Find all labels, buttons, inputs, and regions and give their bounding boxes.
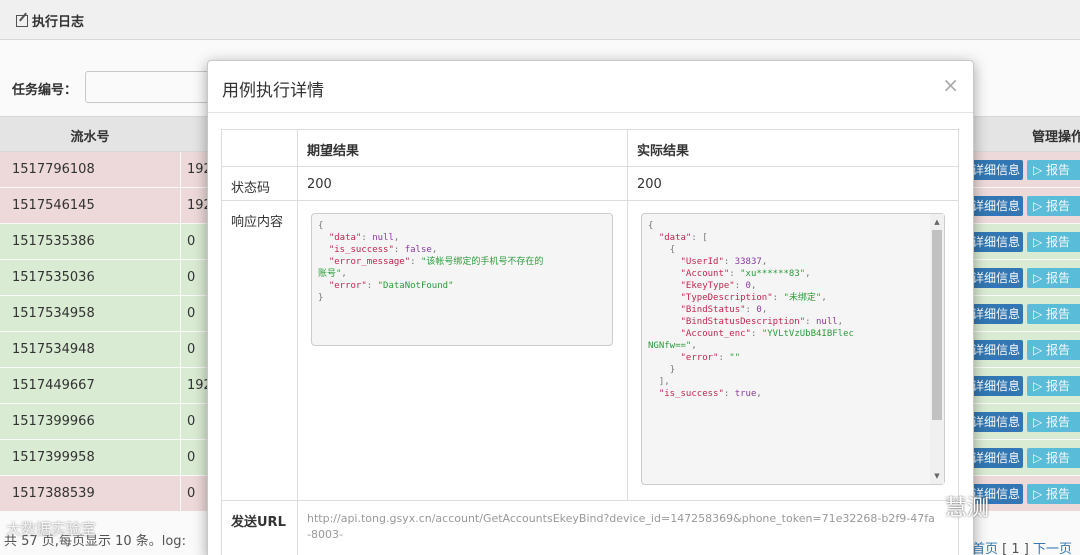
actual-json[interactable]: { "data": [ { "UserId": 33837, "Account"… [641,213,945,485]
status-row: 状态码 200 200 [222,167,958,201]
scrollbar-thumb[interactable] [932,230,942,420]
close-icon[interactable]: × [942,73,959,97]
scroll-up-icon[interactable]: ▲ [932,217,942,227]
request-url: http://api.tong.gsyx.cn/account/GetAccou… [307,512,935,541]
url-row: 发送URL http://api.tong.gsyx.cn/account/Ge… [222,501,958,555]
actual-col-header: 实际结果 [637,144,690,159]
response-label: 响应内容 [231,215,284,230]
actual-status: 200 [637,177,662,192]
watermark-right: 慧测 [945,496,990,521]
detail-table: 期望结果 实际结果 状态码 200 200 响应内容 { "data": nul… [221,129,959,555]
detail-header-row: 期望结果 实际结果 [222,130,958,167]
expected-json: { "data": null, "is_success": false, "er… [311,213,613,346]
watermark-left: 大数据实验室 [6,520,97,538]
modal-title: 用例执行详情 [222,81,324,101]
status-label: 状态码 [231,181,271,196]
url-label: 发送URL [231,515,286,530]
expected-status: 200 [307,177,332,192]
scroll-down-icon[interactable]: ▼ [932,471,942,481]
json-scrollbar[interactable]: ▲ ▼ [930,214,944,484]
modal-header: 用例执行详情 × [208,61,973,113]
expected-col-header: 期望结果 [307,144,360,159]
response-row: 响应内容 { "data": null, "is_success": false… [222,201,958,501]
case-detail-modal: 用例执行详情 × 期望结果 实际结果 状态码 200 200 响应内容 { "d… [207,60,974,555]
